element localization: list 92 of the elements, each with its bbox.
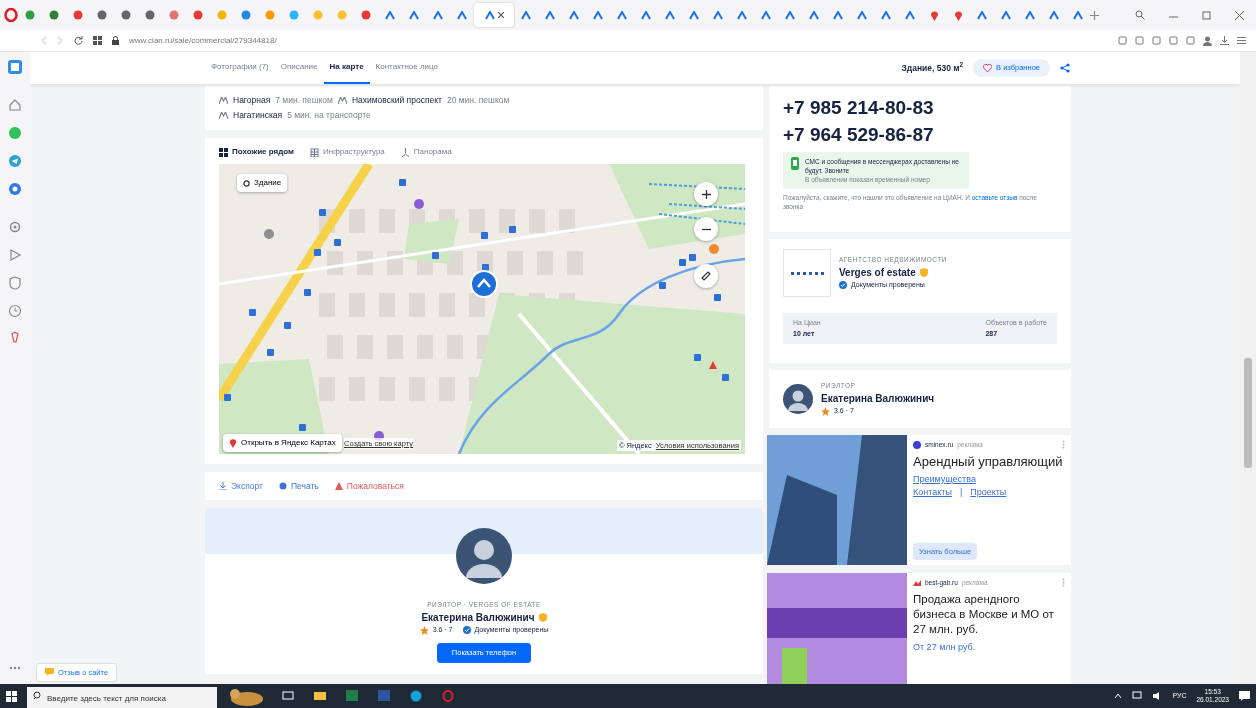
plus-icon[interactable] xyxy=(1090,10,1099,20)
metro-station: Нагатинская xyxy=(233,108,283,122)
address-field[interactable]: www.cian.ru/sale/commercial/279344818/ xyxy=(129,34,1108,47)
document-icon[interactable] xyxy=(378,690,390,702)
search-field[interactable]: Введите здесь текст для поиска xyxy=(27,684,217,708)
grid-icon[interactable] xyxy=(93,36,102,45)
warning-icon xyxy=(334,482,343,490)
building-icon xyxy=(309,147,319,157)
download-icon[interactable] xyxy=(1220,36,1229,45)
folder-icon[interactable] xyxy=(314,690,326,702)
logo-icon xyxy=(913,578,921,587)
gear-icon[interactable] xyxy=(8,220,22,234)
lock-icon xyxy=(112,36,119,45)
star-icon xyxy=(821,406,830,416)
avatar-silhouette xyxy=(456,528,512,584)
export-button[interactable]: Экспорт xyxy=(219,479,263,493)
phone-icon xyxy=(791,157,799,170)
star-icon xyxy=(419,625,429,635)
plus-icon xyxy=(701,189,711,199)
area-label: Здание, 530 м$^{2}$ xyxy=(901,61,964,75)
phone-number: +7 985 214-80-83 xyxy=(783,96,935,120)
close-icon[interactable] xyxy=(497,12,504,18)
home-icon[interactable] xyxy=(8,98,22,112)
search-icon xyxy=(33,691,42,700)
user-icon[interactable] xyxy=(1203,35,1212,46)
page-tab[interactable]: На карте xyxy=(323,52,370,84)
network-icon[interactable] xyxy=(1132,691,1143,701)
speed-dial-icon[interactable] xyxy=(8,60,22,74)
messenger-icon[interactable] xyxy=(8,126,22,140)
print-button[interactable]: Печать xyxy=(278,479,319,493)
ad-title: Продажа арендного бизнеса в Москве и МО от 27 млн. руб. xyxy=(913,591,1055,637)
chat-icon[interactable] xyxy=(8,182,22,196)
maximize-icon[interactable] xyxy=(1202,10,1211,20)
travel-time: 5 мин. на транспорте xyxy=(287,108,371,122)
report-button[interactable]: Пожаловаться xyxy=(334,479,404,493)
spreadsheet-icon[interactable] xyxy=(346,690,358,702)
reload-icon[interactable] xyxy=(74,36,83,45)
chat-icon xyxy=(45,668,54,677)
close-icon[interactable] xyxy=(1235,10,1244,20)
page-tab[interactable]: Фотографии (7) xyxy=(205,52,275,84)
opera-logo-icon[interactable] xyxy=(442,690,454,702)
phone-number: +7 964 529-86-87 xyxy=(783,123,935,147)
scrollbar[interactable] xyxy=(1240,52,1256,684)
metro-icon xyxy=(337,96,347,104)
travel-time: 7 мин. пешком xyxy=(275,94,333,107)
location-icon xyxy=(243,179,250,187)
panorama-icon xyxy=(400,147,410,157)
ad-subtitle: От 27 млн руб. xyxy=(913,640,977,654)
browser-tab[interactable] xyxy=(474,3,514,27)
ad-link[interactable]: Проекты xyxy=(970,486,1007,500)
share-icon[interactable] xyxy=(1060,63,1070,73)
agency-name: Verges of estate xyxy=(839,266,916,281)
circle-logo-icon xyxy=(913,440,921,449)
more-icon[interactable] xyxy=(9,666,21,670)
realtor-name: Екатерина Валюжинич xyxy=(821,392,935,407)
search-icon[interactable] xyxy=(1135,10,1145,20)
task-view-icon[interactable] xyxy=(282,690,294,702)
shield-badge-icon xyxy=(538,612,547,622)
ruler-icon xyxy=(701,271,711,281)
separator: | xyxy=(959,486,963,500)
shield-icon[interactable] xyxy=(8,276,22,290)
metro-station: Нахимовский проспект xyxy=(351,94,442,107)
page-tab[interactable]: Описание xyxy=(274,52,324,84)
avatar-silhouette xyxy=(783,384,813,414)
map-tab[interactable]: Панорама xyxy=(400,146,452,158)
clock-icon[interactable] xyxy=(8,304,22,318)
agency-logo-icon xyxy=(783,249,831,297)
menu-icon[interactable] xyxy=(1237,36,1246,45)
metro-station: Нагорная xyxy=(233,94,271,107)
opera-logo-icon[interactable] xyxy=(4,8,18,22)
telegram-icon[interactable] xyxy=(8,154,22,168)
open-in-maps-link[interactable]: Открыть в Яндекс Картах xyxy=(223,434,342,452)
map-tab[interactable]: Похожие рядом xyxy=(219,146,294,158)
travel-time: 20 мин. пешком xyxy=(446,94,510,107)
grid-icon xyxy=(219,147,228,157)
print-icon xyxy=(278,482,287,490)
page-tab[interactable]: Контактное лицо xyxy=(369,52,444,84)
chevron-up-icon[interactable] xyxy=(1114,693,1123,699)
verified-icon xyxy=(462,626,471,634)
map-tab[interactable]: Инфраструктура xyxy=(309,146,385,158)
building-chip[interactable]: Здание xyxy=(237,174,288,192)
agent-name: Екатерина Валюжинич xyxy=(421,610,535,625)
windows-logo-icon[interactable] xyxy=(6,690,17,702)
ad-link[interactable]: Преимущества xyxy=(913,472,1065,487)
ad-link[interactable]: Контакты xyxy=(913,486,952,500)
ad-title: Арендный управляющий xyxy=(913,453,1064,469)
shield-badge-icon xyxy=(919,268,928,278)
notification-icon[interactable] xyxy=(1239,691,1250,701)
verified-icon xyxy=(839,281,847,290)
pin-icon xyxy=(229,438,237,448)
edge-browser-icon[interactable] xyxy=(410,690,422,702)
download-icon xyxy=(219,482,227,490)
